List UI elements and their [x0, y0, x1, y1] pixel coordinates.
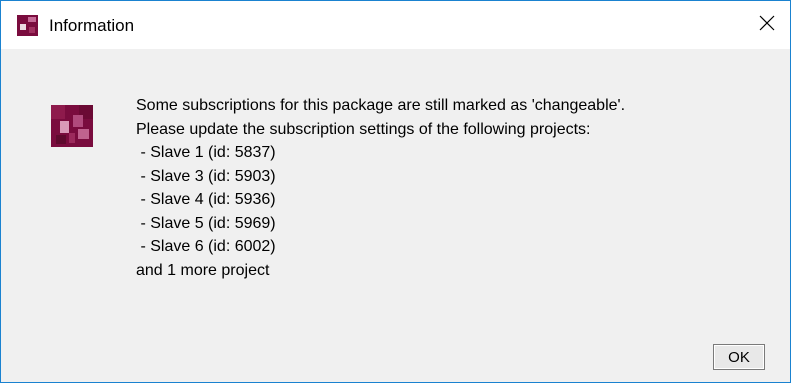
information-dialog: Information Some subscriptions for this … [0, 0, 791, 383]
message-line: - Slave 4 (id: 5936) [136, 191, 276, 208]
message-line: - Slave 5 (id: 5969) [136, 214, 276, 232]
dialog-title: Information [49, 16, 135, 35]
close-icon [759, 15, 775, 36]
close-button[interactable] [744, 1, 790, 49]
message-line: - Slave 6 (id: 6002) [136, 238, 276, 255]
message-line: Some subscriptions for this package are … [136, 97, 626, 114]
dialog-content: Some subscriptions for this package are … [1, 49, 790, 382]
info-icon [51, 105, 93, 147]
ok-button[interactable]: OK [713, 344, 765, 370]
message-line: - Slave 1 (id: 5837) [136, 144, 276, 161]
message-line: and 1 more project [136, 261, 270, 279]
title-bar: Information [1, 1, 790, 49]
message-line: - Slave 3 (id: 5903) [136, 167, 276, 185]
message-line: Please update the subscription settings … [136, 120, 591, 138]
message-text: Some subscriptions for this package are … [136, 94, 625, 282]
app-logo-icon [17, 15, 38, 36]
